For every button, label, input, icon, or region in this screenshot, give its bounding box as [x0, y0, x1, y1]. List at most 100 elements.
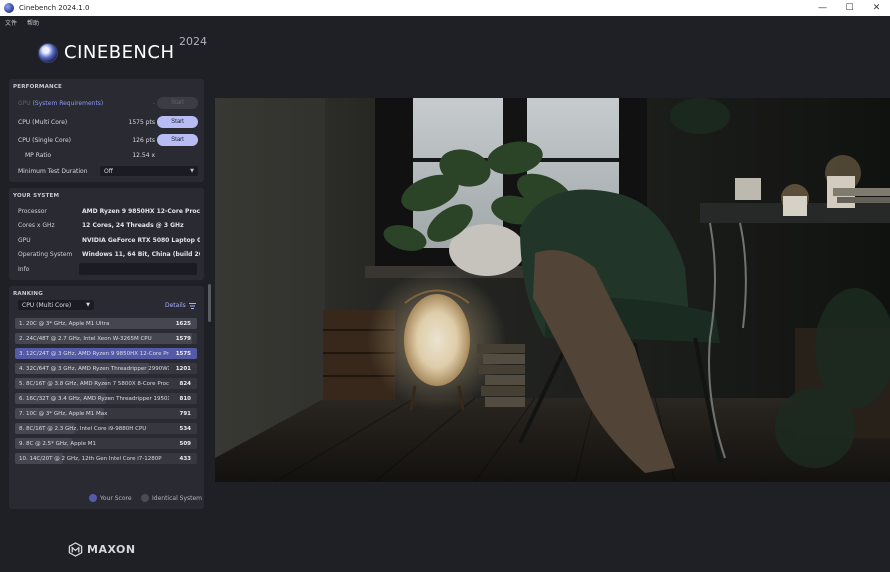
performance-title: PERFORMANCE	[13, 84, 63, 90]
ranking-row-name: 4. 32C/64T @ 3 GHz, AMD Ryzen Threadripp…	[19, 365, 169, 372]
cinebench-app-icon	[4, 3, 14, 13]
ranking-row[interactable]: 5. 8C/16T @ 3.8 GHz, AMD Ryzen 7 5800X 8…	[15, 378, 197, 389]
menu-help[interactable]: 帮助	[27, 18, 39, 27]
min-test-duration-value: Off	[104, 167, 113, 175]
filter-icon	[188, 302, 196, 309]
ranking-row[interactable]: 2. 24C/48T @ 2.7 GHz, Intel Xeon W-3265M…	[15, 333, 197, 344]
render-scene-image	[215, 98, 890, 482]
ranking-row-score: 1201	[175, 365, 191, 372]
ranking-row-score: 1625	[175, 320, 191, 327]
cores-value: 12 Cores, 24 Threads @ 3 GHz	[82, 221, 184, 229]
identical-system-swatch	[141, 494, 149, 502]
os-label: Operating System	[18, 250, 73, 258]
ranking-row-name: 2. 24C/48T @ 2.7 GHz, Intel Xeon W-3265M…	[19, 335, 152, 342]
gpu-score: -	[152, 99, 155, 107]
info-field[interactable]	[79, 263, 197, 275]
gpu-label-group: GPU (System Requirements)	[18, 100, 103, 107]
gpu-label: GPU	[18, 99, 31, 107]
ranking-row-score: 810	[179, 395, 191, 402]
maxon-logo: MAXON	[68, 542, 136, 557]
cinebench-logo: CINEBENCH	[38, 42, 175, 63]
info-label: Info	[18, 265, 30, 273]
ranking-row[interactable]: 6. 16C/32T @ 3.4 GHz, AMD Ryzen Threadri…	[15, 393, 197, 404]
identical-system-label: Identical System	[152, 494, 203, 502]
ranking-row-score: 1575	[175, 350, 191, 357]
cpu-multi-start-button[interactable]: Start	[157, 116, 198, 128]
ranking-row[interactable]: 8. 8C/16T @ 2.3 GHz, Intel Core i9-9880H…	[15, 423, 197, 434]
mp-ratio-value: 12.54 x	[132, 151, 155, 159]
ranking-row-score: 791	[179, 410, 191, 417]
window-controls: — ☐ ✕	[809, 0, 890, 16]
processor-label: Processor	[18, 207, 47, 215]
ranking-row-score: 509	[179, 440, 191, 447]
cinebench-sphere-icon	[38, 42, 58, 63]
ranking-row-name: 9. 8C @ 2.5* GHz, Apple M1	[19, 440, 97, 447]
maximize-button[interactable]: ☐	[836, 0, 863, 16]
chevron-down-icon: ▼	[86, 302, 90, 308]
ranking-row-name: 6. 16C/32T @ 3.4 GHz, AMD Ryzen Threadri…	[19, 395, 169, 402]
ranking-row-score: 1579	[175, 335, 191, 342]
maxon-mark-icon	[68, 542, 83, 557]
min-test-duration-label: Minimum Test Duration	[18, 167, 88, 175]
cpu-single-score: 126 pts	[132, 136, 155, 144]
render-viewport	[215, 98, 890, 482]
cores-label: Cores x GHz	[18, 221, 55, 229]
os-row: Operating System Windows 11, 64 Bit, Chi…	[9, 248, 204, 260]
ranking-row-score: 534	[179, 425, 191, 432]
mp-ratio-label: MP Ratio	[25, 151, 52, 159]
menu-bar: 文件 帮助	[0, 16, 890, 28]
minimize-button[interactable]: —	[809, 0, 836, 16]
ranking-row-name: 5. 8C/16T @ 3.8 GHz, AMD Ryzen 7 5800X 8…	[19, 380, 169, 387]
ranking-title: RANKING	[13, 291, 43, 297]
ranking-row[interactable]: 7. 10C @ 3* GHz, Apple M1 Max 791	[15, 408, 197, 419]
ranking-mode-value: CPU (Multi Core)	[22, 301, 72, 309]
cores-row: Cores x GHz 12 Cores, 24 Threads @ 3 GHz	[9, 219, 204, 231]
gpu-info-label: GPU	[18, 236, 31, 244]
your-score-swatch	[89, 494, 97, 502]
window-title: Cinebench 2024.1.0	[19, 4, 90, 12]
ranking-row[interactable]: 3. 12C/24T @ 3 GHz, AMD Ryzen 9 9850HX 1…	[15, 348, 197, 359]
min-test-duration-row: Minimum Test Duration Off ▼	[9, 165, 204, 177]
maxon-wordmark: MAXON	[87, 543, 136, 556]
min-test-duration-select[interactable]: Off ▼	[100, 166, 198, 176]
cpu-single-label: CPU (Single Core)	[18, 136, 72, 144]
ranking-row[interactable]: 4. 32C/64T @ 3 GHz, AMD Ryzen Threadripp…	[15, 363, 197, 374]
cpu-single-start-button[interactable]: Start	[157, 134, 198, 146]
cpu-multi-row: CPU (Multi Core) 1575 pts Start	[9, 116, 204, 128]
os-value: Windows 11, 64 Bit, China (build 26100)	[82, 250, 200, 258]
ranking-row-name: 7. 10C @ 3* GHz, Apple M1 Max	[19, 410, 108, 417]
legend-identical-system: Identical System	[141, 494, 202, 502]
cpu-multi-score: 1575 pts	[128, 118, 155, 126]
chevron-down-icon: ▼	[190, 168, 194, 174]
info-row: Info	[9, 263, 204, 275]
legend-your-score: Your Score	[89, 494, 132, 502]
ranking-row-name: 10. 14C/20T @ 2 GHz, 12th Gen Intel Core…	[19, 455, 162, 462]
ranking-row[interactable]: 1. 20C @ 3* GHz, Apple M1 Ultra 1625	[15, 318, 197, 329]
system-requirements-link[interactable]: (System Requirements)	[33, 100, 104, 107]
system-panel: YOUR SYSTEM Processor AMD Ryzen 9 9850HX…	[9, 188, 204, 280]
ranking-mode-select[interactable]: CPU (Multi Core) ▼	[18, 300, 94, 310]
cpu-single-row: CPU (Single Core) 126 pts Start	[9, 134, 204, 146]
gpu-start-button[interactable]: Start	[157, 97, 198, 109]
ranking-row-name: 3. 12C/24T @ 3 GHz, AMD Ryzen 9 9850HX 1…	[19, 350, 169, 357]
left-panel-scrollbar[interactable]	[208, 284, 211, 322]
menu-file[interactable]: 文件	[5, 18, 17, 27]
gpu-info-value: NVIDIA GeForce RTX 5080 Laptop GPU	[82, 236, 200, 244]
processor-row: Processor AMD Ryzen 9 9850HX 12-Core Pro…	[9, 205, 204, 217]
gpu-info-row: GPU NVIDIA GeForce RTX 5080 Laptop GPU	[9, 234, 204, 246]
close-button[interactable]: ✕	[863, 0, 890, 16]
details-label: Details	[165, 302, 186, 309]
ranking-row-score: 824	[179, 380, 191, 387]
logo-year: 2024	[179, 35, 207, 48]
details-button[interactable]: Details	[165, 302, 196, 309]
mp-ratio-row: MP Ratio 12.54 x	[9, 149, 204, 161]
your-score-label: Your Score	[100, 494, 132, 502]
ranking-row[interactable]: 10. 14C/20T @ 2 GHz, 12th Gen Intel Core…	[15, 453, 197, 464]
ranking-row-score: 433	[179, 455, 191, 462]
processor-value: AMD Ryzen 9 9850HX 12-Core Processor	[82, 207, 200, 215]
ranking-row-name: 8. 8C/16T @ 2.3 GHz, Intel Core i9-9880H…	[19, 425, 147, 432]
ranking-row[interactable]: 9. 8C @ 2.5* GHz, Apple M1 509	[15, 438, 197, 449]
logo-wordmark: CINEBENCH	[64, 42, 175, 63]
gpu-row: GPU (System Requirements) - Start	[9, 97, 204, 109]
cpu-multi-label: CPU (Multi Core)	[18, 118, 68, 126]
